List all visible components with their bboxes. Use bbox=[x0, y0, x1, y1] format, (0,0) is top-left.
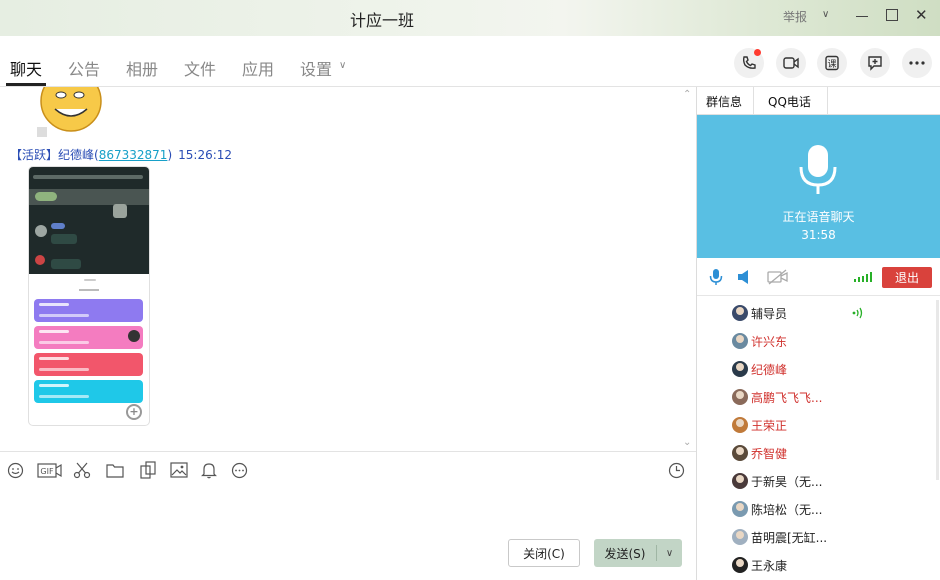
title-bar: 计应一班 举报 ∨ ✕ bbox=[0, 0, 940, 36]
avatar bbox=[732, 417, 748, 433]
member-name: 王荣正 bbox=[751, 418, 788, 433]
member-row[interactable]: 辅导员 bbox=[732, 303, 787, 323]
avatar bbox=[732, 473, 748, 489]
member-row[interactable]: 陈培松（无... bbox=[732, 499, 822, 519]
sticker-image[interactable] bbox=[37, 87, 103, 137]
call-controls: 退出 bbox=[697, 258, 940, 296]
member-row[interactable]: 苗明震[无缸... bbox=[732, 527, 827, 547]
member-name: 纪德峰 bbox=[751, 362, 788, 377]
member-name: 王永康 bbox=[751, 558, 788, 573]
image-icon[interactable] bbox=[170, 461, 188, 479]
member-row[interactable]: 乔智健 bbox=[732, 443, 787, 463]
right-panel-tabs: 群信息 QQ电话 bbox=[697, 87, 940, 115]
member-row[interactable]: 王永康 bbox=[732, 555, 787, 575]
avatar bbox=[732, 389, 748, 405]
member-name: 辅导员 bbox=[751, 306, 788, 321]
tab-qq-call[interactable]: QQ电话 bbox=[768, 93, 811, 110]
bell-icon[interactable] bbox=[200, 461, 218, 479]
member-name: 许兴东 bbox=[751, 334, 788, 349]
voice-call-panel: 正在语音聊天 31:58 bbox=[697, 115, 940, 258]
send-button[interactable]: 发送(S) ∨ bbox=[594, 539, 682, 567]
member-name: 于新昊（无... bbox=[751, 474, 823, 489]
sender-qq-link[interactable]: 867332871 bbox=[99, 148, 168, 162]
member-row[interactable]: 纪德峰 bbox=[732, 359, 787, 379]
camera-off-icon[interactable] bbox=[767, 269, 789, 285]
avatar bbox=[732, 361, 748, 377]
avatar bbox=[732, 557, 748, 573]
more-icon[interactable] bbox=[902, 48, 932, 78]
avatar bbox=[732, 305, 748, 321]
member-name: 高鹏飞飞飞... bbox=[751, 390, 823, 405]
tab-files[interactable]: 文件 bbox=[184, 56, 216, 80]
composer-toolbar: GIF bbox=[0, 451, 696, 487]
video-call-icon[interactable] bbox=[776, 48, 806, 78]
scroll-up-arrow[interactable]: ⌃ bbox=[683, 89, 691, 100]
nav-tabs: 聊天 公告 相册 文件 应用 设置 ∨ 课 bbox=[0, 36, 940, 87]
history-icon[interactable] bbox=[667, 461, 685, 479]
more-icon[interactable] bbox=[230, 461, 248, 479]
member-name: 乔智健 bbox=[751, 446, 788, 461]
folder-icon[interactable] bbox=[106, 461, 124, 479]
tab-album[interactable]: 相册 bbox=[126, 56, 158, 80]
member-name: 陈培松（无... bbox=[751, 502, 823, 517]
phone-call-icon[interactable] bbox=[734, 48, 764, 78]
tab-group-info[interactable]: 群信息 bbox=[706, 93, 742, 110]
signal-icon bbox=[854, 272, 872, 282]
send-label[interactable]: 发送(S) bbox=[594, 545, 656, 562]
avatar bbox=[732, 501, 748, 517]
class-icon[interactable]: 课 bbox=[817, 48, 847, 78]
svg-text:GIF: GIF bbox=[40, 467, 54, 476]
emoji-icon[interactable] bbox=[6, 461, 24, 479]
member-row[interactable]: 许兴东 bbox=[732, 331, 787, 351]
call-duration: 31:58 bbox=[801, 228, 836, 242]
tab-chat[interactable]: 聊天 bbox=[10, 56, 42, 80]
maximize-button[interactable] bbox=[886, 9, 898, 21]
send-options-chevron-icon[interactable]: ∨ bbox=[657, 548, 682, 559]
scissors-icon[interactable] bbox=[73, 461, 91, 479]
message-time: 15:26:12 bbox=[178, 148, 233, 162]
notification-dot bbox=[754, 49, 761, 56]
member-name: 苗明震[无缸... bbox=[751, 530, 828, 545]
avatar bbox=[732, 445, 748, 461]
member-list-scrollbar[interactable] bbox=[936, 300, 939, 480]
speaker-icon[interactable] bbox=[737, 269, 751, 285]
avatar bbox=[732, 333, 748, 349]
add-message-icon[interactable] bbox=[860, 48, 890, 78]
message-sender-line: 【活跃】纪德峰(867332871) 15:26:12 bbox=[10, 148, 233, 162]
microphone-icon[interactable] bbox=[709, 268, 723, 286]
svg-text:课: 课 bbox=[827, 59, 836, 70]
zoom-in-icon[interactable]: + bbox=[126, 404, 142, 420]
chevron-down-icon[interactable]: ∨ bbox=[339, 60, 346, 71]
minimize-button[interactable] bbox=[856, 16, 868, 17]
tab-apps[interactable]: 应用 bbox=[242, 56, 274, 80]
gif-icon[interactable]: GIF bbox=[36, 461, 62, 479]
active-tab-indicator bbox=[6, 83, 46, 86]
speaking-indicator-icon bbox=[852, 307, 863, 319]
shake-icon[interactable] bbox=[139, 461, 157, 479]
microphone-icon bbox=[799, 145, 837, 194]
avatar bbox=[732, 529, 748, 545]
member-row[interactable]: 高鹏飞飞飞... bbox=[732, 387, 822, 407]
scroll-down-arrow[interactable]: ⌄ bbox=[683, 437, 691, 448]
tab-announcement[interactable]: 公告 bbox=[68, 56, 100, 80]
close-window-button[interactable]: ✕ bbox=[915, 6, 928, 24]
screenshot-image[interactable]: + bbox=[29, 167, 149, 425]
sender-name[interactable]: 纪德峰 bbox=[58, 148, 94, 162]
tab-settings[interactable]: 设置 bbox=[300, 56, 332, 80]
exit-call-button[interactable]: 退出 bbox=[882, 267, 932, 288]
chevron-down-icon[interactable]: ∨ bbox=[822, 9, 829, 20]
member-row[interactable]: 王荣正 bbox=[732, 415, 787, 435]
report-button[interactable]: 举报 bbox=[783, 8, 807, 25]
voice-status: 正在语音聊天 bbox=[782, 210, 855, 224]
chat-messages[interactable]: 【活跃】纪德峰(867332871) 15:26:12 + ⌃ ⌄ bbox=[0, 87, 696, 451]
member-role-badge: 【活跃】 bbox=[10, 148, 59, 162]
close-button[interactable]: 关闭(C) bbox=[508, 539, 580, 567]
window-title: 计应一班 bbox=[349, 11, 414, 30]
member-row[interactable]: 于新昊（无... bbox=[732, 471, 822, 491]
message-input[interactable] bbox=[0, 487, 696, 527]
